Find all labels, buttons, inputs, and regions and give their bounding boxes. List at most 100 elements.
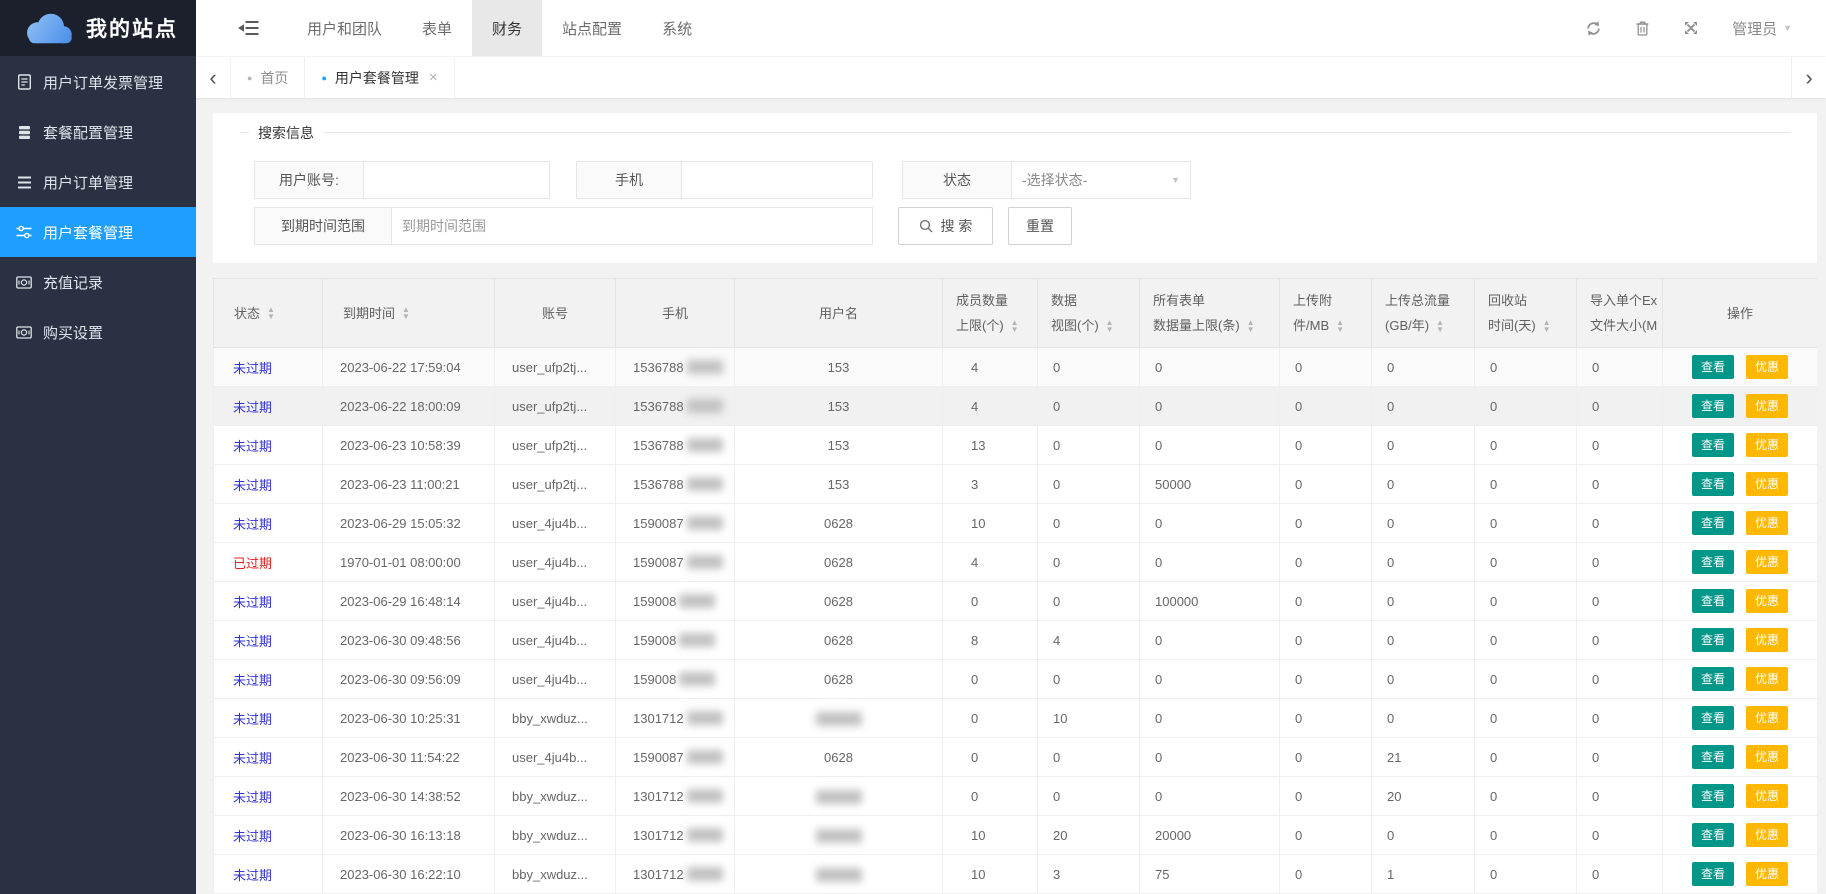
view-button[interactable]: 查看 [1692, 433, 1734, 457]
nav-item-site-config[interactable]: 站点配置 [542, 0, 642, 56]
sidebar-item-invoice-management[interactable]: 用户订单发票管理 [0, 57, 196, 107]
discount-button[interactable]: 优惠 [1746, 706, 1788, 730]
discount-button[interactable]: 优惠 [1746, 628, 1788, 652]
phone-cell: 1301712 [616, 855, 735, 894]
view-button[interactable]: 查看 [1692, 823, 1734, 847]
tabs-prev-icon[interactable]: ‹ [196, 57, 230, 98]
traffic-cell: 0 [1372, 699, 1475, 738]
column-header-data_views[interactable]: 数据视图(个)▲▼ [1038, 279, 1140, 348]
form-data-limit-cell: 75 [1140, 855, 1280, 894]
status-cell: 未过期 [214, 816, 323, 855]
sidebar: 我的站点 用户订单发票管理 套餐配置管理 用户订单管理 [0, 0, 196, 894]
view-button[interactable]: 查看 [1692, 745, 1734, 769]
column-header-upload_mb[interactable]: 上传附件/MB▲▼ [1280, 279, 1372, 348]
nav-item-users-teams[interactable]: 用户和团队 [287, 0, 402, 56]
trash-icon[interactable] [1635, 20, 1650, 37]
tabs-next-icon[interactable]: › [1791, 57, 1826, 98]
data-views-cell: 0 [1038, 543, 1140, 582]
discount-button[interactable]: 优惠 [1746, 745, 1788, 769]
form-data-limit-cell: 100000 [1140, 582, 1280, 621]
phone-cell: 1536788 [616, 387, 735, 426]
column-header-member_limit[interactable]: 成员数量上限(个)▲▼ [943, 279, 1038, 348]
discount-button[interactable]: 优惠 [1746, 394, 1788, 418]
view-button[interactable]: 查看 [1692, 550, 1734, 574]
sidebar-item-recharge-records[interactable]: 充值记录 [0, 257, 196, 307]
column-header-traffic_gb[interactable]: 上传总流量(GB/年)▲▼ [1372, 279, 1475, 348]
sliders-icon [16, 224, 32, 240]
form-data-limit-cell: 0 [1140, 348, 1280, 387]
view-button[interactable]: 查看 [1692, 706, 1734, 730]
nav-item-forms[interactable]: 表单 [402, 0, 472, 56]
table-body: 未过期2023-06-22 17:59:04user_ufp2tj...1536… [214, 348, 1818, 894]
fullscreen-icon[interactable] [1683, 20, 1699, 36]
discount-button[interactable]: 优惠 [1746, 823, 1788, 847]
nav-item-system[interactable]: 系统 [642, 0, 712, 56]
invoice-icon [16, 74, 32, 90]
table-row: 未过期2023-06-23 11:00:21user_ufp2tj...1536… [214, 465, 1818, 504]
form-data-limit-cell: 50000 [1140, 465, 1280, 504]
sidebar-item-purchase-settings[interactable]: 购买设置 [0, 307, 196, 357]
tab-home[interactable]: ● 首页 [230, 57, 305, 98]
column-header-recycle_days[interactable]: 回收站时间(天)▲▼ [1475, 279, 1577, 348]
refresh-icon[interactable] [1585, 20, 1602, 37]
expire-time-cell: 2023-06-30 16:22:10 [323, 855, 495, 894]
member-limit-cell: 8 [943, 621, 1038, 660]
actions-cell: 查看优惠 [1663, 348, 1818, 387]
sidebar-item-user-package[interactable]: 用户套餐管理 [0, 207, 196, 257]
view-button[interactable]: 查看 [1692, 628, 1734, 652]
phone-input[interactable] [682, 161, 873, 199]
collapse-menu-icon[interactable] [238, 20, 259, 36]
expire-time-cell: 2023-06-22 17:59:04 [323, 348, 495, 387]
discount-button[interactable]: 优惠 [1746, 550, 1788, 574]
traffic-cell: 0 [1372, 582, 1475, 621]
column-header-expire_time[interactable]: 到期时间▲▼ [323, 279, 495, 348]
view-button[interactable]: 查看 [1692, 589, 1734, 613]
form-data-limit-cell: 0 [1140, 387, 1280, 426]
account-input[interactable] [364, 161, 550, 199]
discount-button[interactable]: 优惠 [1746, 433, 1788, 457]
username-cell: 153 [735, 426, 943, 465]
discount-button[interactable]: 优惠 [1746, 589, 1788, 613]
expire-time-cell: 2023-06-22 18:00:09 [323, 387, 495, 426]
table-row: 未过期2023-06-29 15:05:32user_4ju4b...15900… [214, 504, 1818, 543]
sidebar-item-order-management[interactable]: 用户订单管理 [0, 157, 196, 207]
nav-item-finance[interactable]: 财务 [472, 0, 542, 56]
discount-button[interactable]: 优惠 [1746, 511, 1788, 535]
table-row: 未过期2023-06-30 11:54:22user_4ju4b...15900… [214, 738, 1818, 777]
table-header-row: 状态▲▼到期时间▲▼账号手机用户名成员数量上限(个)▲▼数据视图(个)▲▼所有表… [214, 279, 1818, 348]
discount-button[interactable]: 优惠 [1746, 355, 1788, 379]
discount-button[interactable]: 优惠 [1746, 784, 1788, 808]
reset-button[interactable]: 重置 [1008, 207, 1072, 245]
tab-label: 用户套餐管理 [335, 68, 419, 88]
close-icon[interactable]: × [429, 69, 438, 86]
view-button[interactable]: 查看 [1692, 472, 1734, 496]
sort-icon: ▲▼ [1436, 319, 1444, 333]
view-button[interactable]: 查看 [1692, 511, 1734, 535]
column-header-status[interactable]: 状态▲▼ [214, 279, 323, 348]
actions-cell: 查看优惠 [1663, 699, 1818, 738]
discount-button[interactable]: 优惠 [1746, 667, 1788, 691]
recycle-days-cell: 0 [1475, 426, 1577, 465]
tab-user-package[interactable]: ● 用户套餐管理 × [305, 57, 454, 98]
sidebar-item-package-config[interactable]: 套餐配置管理 [0, 107, 196, 157]
user-menu[interactable]: 管理员 ▼ [1732, 18, 1792, 39]
view-button[interactable]: 查看 [1692, 784, 1734, 808]
view-button[interactable]: 查看 [1692, 355, 1734, 379]
search-button[interactable]: 搜 索 [898, 207, 993, 245]
discount-button[interactable]: 优惠 [1746, 862, 1788, 886]
actions-cell: 查看优惠 [1663, 426, 1818, 465]
actions-cell: 查看优惠 [1663, 738, 1818, 777]
blurred-phone-digits [679, 672, 715, 686]
data-views-cell: 0 [1038, 582, 1140, 621]
date-range-input[interactable] [392, 207, 873, 245]
view-button[interactable]: 查看 [1692, 667, 1734, 691]
view-button[interactable]: 查看 [1692, 394, 1734, 418]
member-limit-cell: 10 [943, 855, 1038, 894]
form-data-limit-cell: 0 [1140, 621, 1280, 660]
status-select-value: -选择状态- [1022, 170, 1087, 190]
column-header-form_data_limit[interactable]: 所有表单数据量上限(条)▲▼ [1140, 279, 1280, 348]
discount-button[interactable]: 优惠 [1746, 472, 1788, 496]
view-button[interactable]: 查看 [1692, 862, 1734, 886]
status-select[interactable]: -选择状态- ▼ [1012, 161, 1191, 199]
import-excel-cell: 0 [1577, 465, 1663, 504]
